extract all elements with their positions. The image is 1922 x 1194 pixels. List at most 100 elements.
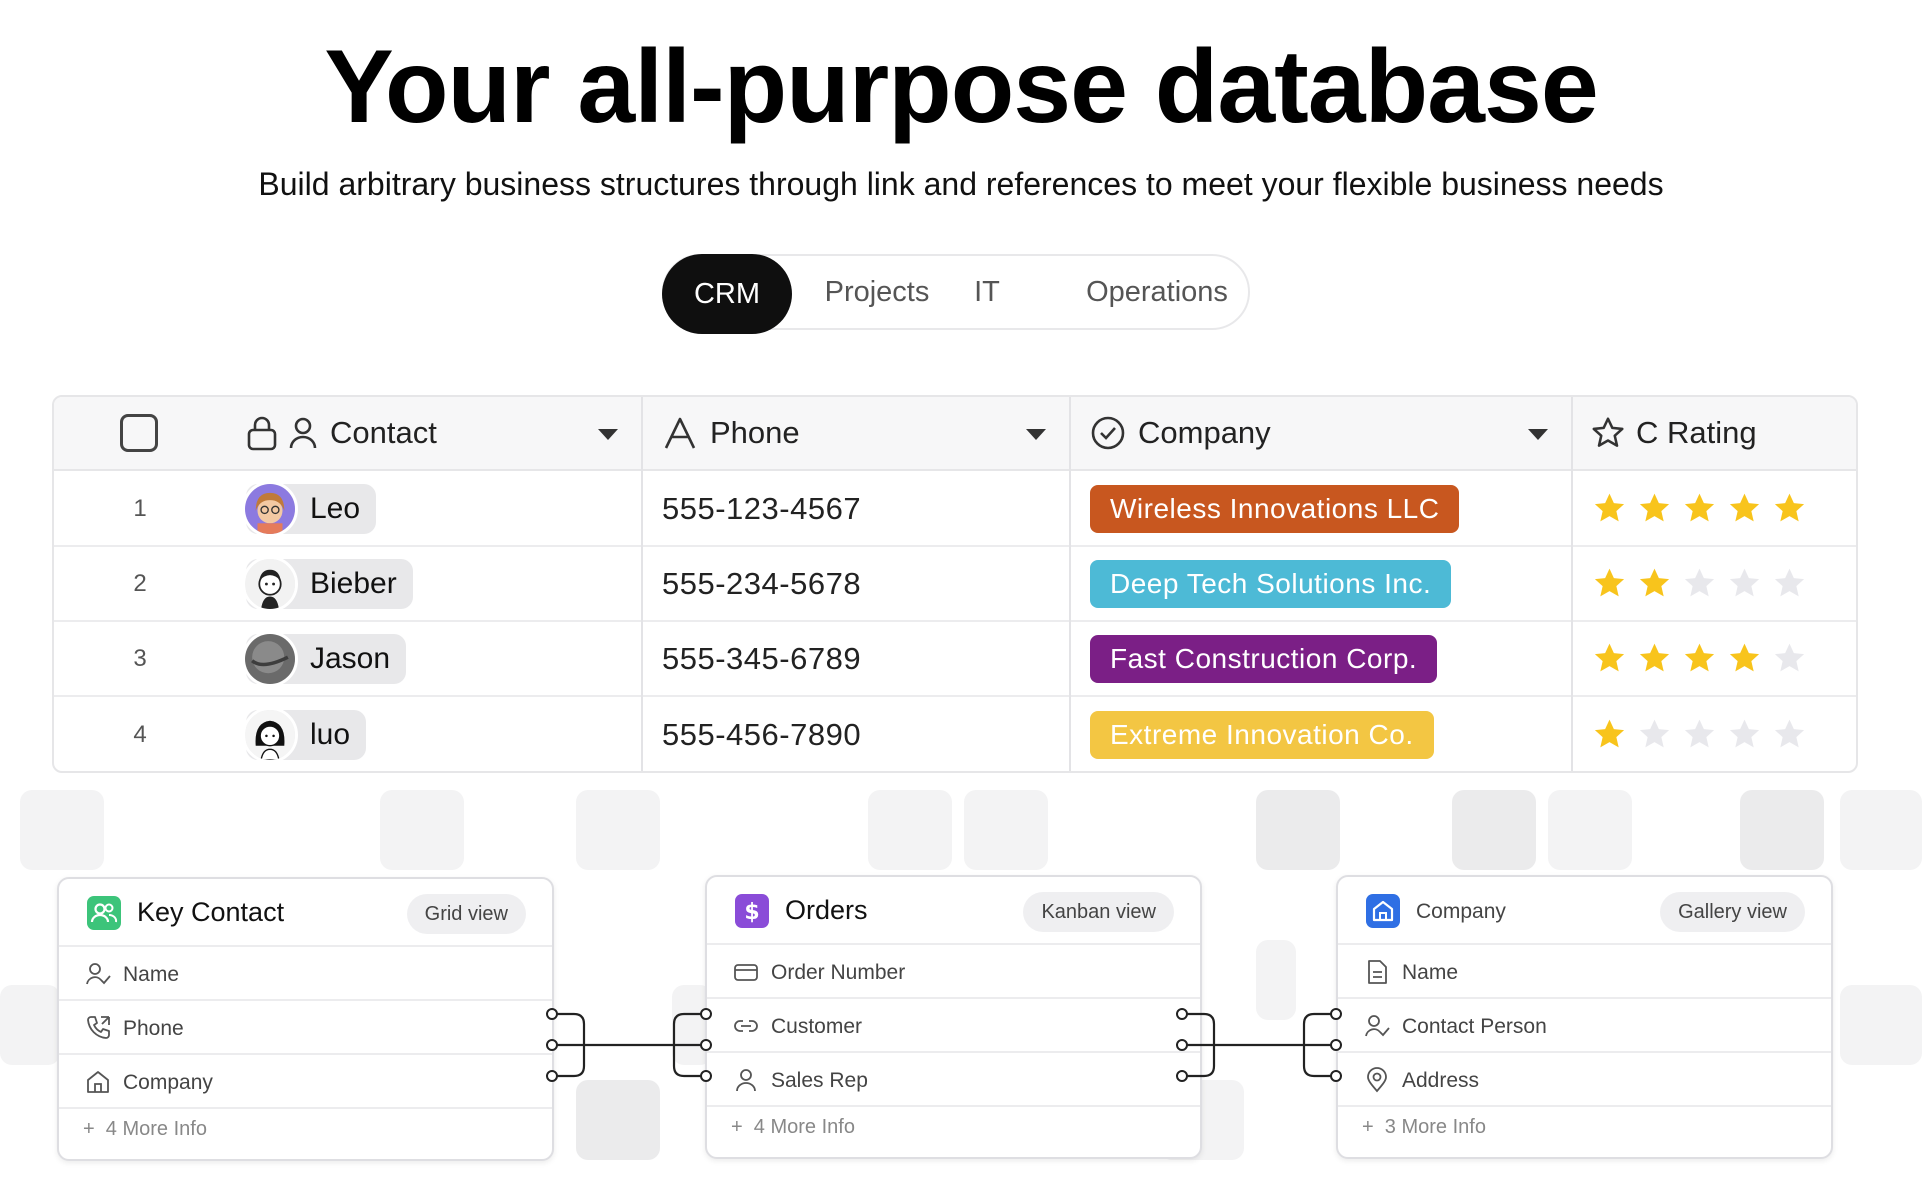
page-title: Your all-purpose database [324, 29, 1598, 145]
star-filled-icon[interactable] [1727, 491, 1762, 526]
card-title: Orders [785, 895, 868, 925]
check-circle-icon [1091, 416, 1125, 450]
field-company[interactable]: Company [59, 1055, 552, 1109]
column-header-company[interactable]: Company [1090, 397, 1271, 469]
lock-icon [247, 416, 277, 451]
building-icon [1366, 894, 1400, 928]
tab-operations[interactable]: Operations [1074, 256, 1240, 328]
more-info-link[interactable]: + 3 More Info [1362, 1116, 1486, 1139]
field-address[interactable]: Address [1338, 1053, 1831, 1107]
table-row[interactable]: 1 Leo 555-123-4567 Wireless Innovations LLC [54, 472, 1856, 547]
column-header-rating[interactable]: C Rating [1590, 397, 1757, 469]
star-empty-icon[interactable] [1772, 717, 1807, 752]
more-info-link[interactable]: + 4 More Info [731, 1116, 855, 1139]
link-connector [546, 1008, 712, 1082]
tab-it[interactable]: IT [962, 256, 1012, 328]
select-all-checkbox[interactable] [120, 414, 158, 452]
person-icon [289, 417, 317, 449]
star-empty-icon[interactable] [1682, 566, 1717, 601]
chevron-down-icon[interactable] [1026, 429, 1046, 440]
table-row[interactable]: 2 Bieber 555-234-5678 Deep Tech Solutions I… [54, 547, 1856, 622]
company-tag[interactable]: Fast Construction Corp. [1090, 634, 1438, 683]
star-empty-icon[interactable] [1682, 717, 1717, 752]
tab-crm[interactable]: CRM [662, 254, 792, 334]
rating-stars[interactable] [1592, 491, 1807, 526]
person-check-icon [1365, 1015, 1390, 1037]
page-subtitle: Build arbitrary business structures thro… [258, 166, 1664, 202]
field-customer[interactable]: Customer [707, 999, 1200, 1053]
star-filled-icon[interactable] [1592, 641, 1627, 676]
rating-stars[interactable] [1592, 566, 1807, 601]
field-order-number[interactable]: Order Number [707, 945, 1200, 999]
company-tag[interactable]: Wireless Innovations LLC [1090, 484, 1460, 533]
star-empty-icon[interactable] [1727, 717, 1762, 752]
contact-chip[interactable]: Leo [242, 480, 377, 537]
gallery-view-badge[interactable]: Gallery view [1660, 892, 1805, 932]
star-filled-icon[interactable] [1682, 641, 1717, 676]
home-icon [87, 1071, 109, 1093]
orders-card[interactable]: $ Orders Kanban view Order Number Custom… [705, 875, 1202, 1159]
chevron-down-icon[interactable] [1528, 429, 1548, 440]
star-filled-icon[interactable] [1772, 491, 1807, 526]
field-contact-person[interactable]: Contact Person [1338, 999, 1831, 1053]
contacts-icon [87, 896, 121, 930]
phone-value[interactable]: 555-123-4567 [662, 491, 861, 527]
star-empty-icon[interactable] [1772, 566, 1807, 601]
field-phone[interactable]: Phone [59, 1001, 552, 1055]
star-filled-icon[interactable] [1637, 566, 1672, 601]
avatar [242, 630, 298, 687]
table-row[interactable]: 4 luo 555-456-7890 Extreme Innovation Co. [54, 697, 1856, 771]
more-info-link[interactable]: + 4 More Info [83, 1118, 207, 1141]
column-label: Phone [710, 415, 800, 450]
key-contact-card[interactable]: Key Contact Grid view Name Phone Company… [57, 877, 554, 1161]
star-empty-icon[interactable] [1772, 641, 1807, 676]
column-label: Company [1138, 415, 1271, 450]
person-check-icon [86, 963, 111, 985]
star-filled-icon[interactable] [1727, 641, 1762, 676]
column-header-contact[interactable]: Contact [246, 397, 437, 469]
star-filled-icon[interactable] [1592, 491, 1627, 526]
star-filled-icon[interactable] [1637, 491, 1672, 526]
column-label: C Rating [1636, 415, 1757, 450]
document-icon [1368, 960, 1387, 984]
rating-stars[interactable] [1592, 717, 1807, 752]
star-filled-icon[interactable] [1592, 566, 1627, 601]
category-tabs: CRM Projects IT Operations [662, 254, 1250, 334]
column-header-phone[interactable]: Phone [664, 397, 800, 469]
avatar [242, 555, 298, 612]
company-card[interactable]: Company Gallery view Name Contact Person… [1336, 875, 1833, 1159]
contact-chip[interactable]: Jason [242, 630, 407, 687]
row-number: 3 [133, 644, 147, 672]
star-empty-icon[interactable] [1727, 566, 1762, 601]
phone-value[interactable]: 555-234-5678 [662, 566, 861, 602]
contact-chip[interactable]: luo [242, 706, 367, 763]
row-number: 2 [133, 569, 147, 597]
phone-icon [87, 1016, 110, 1039]
star-empty-icon[interactable] [1637, 717, 1672, 752]
svg-text:$: $ [744, 900, 759, 925]
column-label: Contact [330, 415, 437, 450]
chevron-down-icon[interactable] [598, 429, 618, 440]
kanban-view-badge[interactable]: Kanban view [1023, 892, 1174, 932]
star-filled-icon[interactable] [1592, 717, 1627, 752]
table-row[interactable]: 3 Jason 555-345-6789 Fast Construction Corp… [54, 622, 1856, 697]
company-tag[interactable]: Deep Tech Solutions Inc. [1090, 559, 1452, 608]
dollar-icon: $ [735, 894, 769, 928]
grid-view-badge[interactable]: Grid view [406, 894, 526, 934]
table-header: Contact Phone Company C Rating [54, 397, 1856, 471]
contact-chip[interactable]: Bieber [242, 555, 413, 612]
field-name[interactable]: Name [1338, 945, 1831, 999]
field-name[interactable]: Name [59, 947, 552, 1001]
star-outline-icon [1592, 417, 1624, 447]
company-tag[interactable]: Extreme Innovation Co. [1090, 710, 1434, 759]
phone-value[interactable]: 555-345-6789 [662, 641, 861, 677]
star-filled-icon[interactable] [1637, 641, 1672, 676]
tab-projects[interactable]: Projects [812, 256, 942, 328]
star-filled-icon[interactable] [1682, 491, 1717, 526]
phone-value[interactable]: 555-456-7890 [662, 717, 861, 753]
contact-name: Jason [310, 641, 391, 675]
field-sales-rep[interactable]: Sales Rep [707, 1053, 1200, 1107]
rating-stars[interactable] [1592, 641, 1807, 676]
crm-table: Contact Phone Company C Rating 1Leo 555-… [52, 395, 1858, 773]
card-header: $ Orders Kanban view [707, 877, 1200, 945]
